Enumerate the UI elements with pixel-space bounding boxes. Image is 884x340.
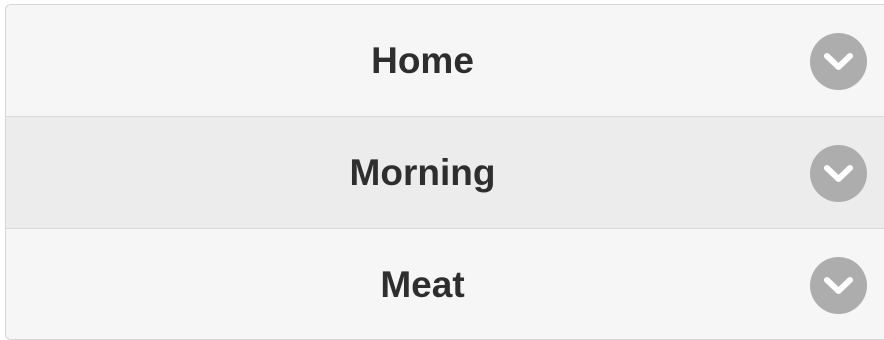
collapsible-list: Home Morning Meat [5, 4, 884, 340]
list-item-label: Home [371, 40, 474, 81]
list-item-label: Meat [380, 264, 465, 305]
list-item-meat[interactable]: Meat [6, 229, 884, 339]
chevron-down-icon[interactable] [810, 145, 867, 202]
list-item-home[interactable]: Home [6, 5, 884, 117]
list-item-label: Morning [349, 152, 496, 193]
chevron-down-icon[interactable] [810, 257, 867, 314]
list-item-morning[interactable]: Morning [6, 117, 884, 229]
chevron-down-icon[interactable] [810, 33, 867, 90]
